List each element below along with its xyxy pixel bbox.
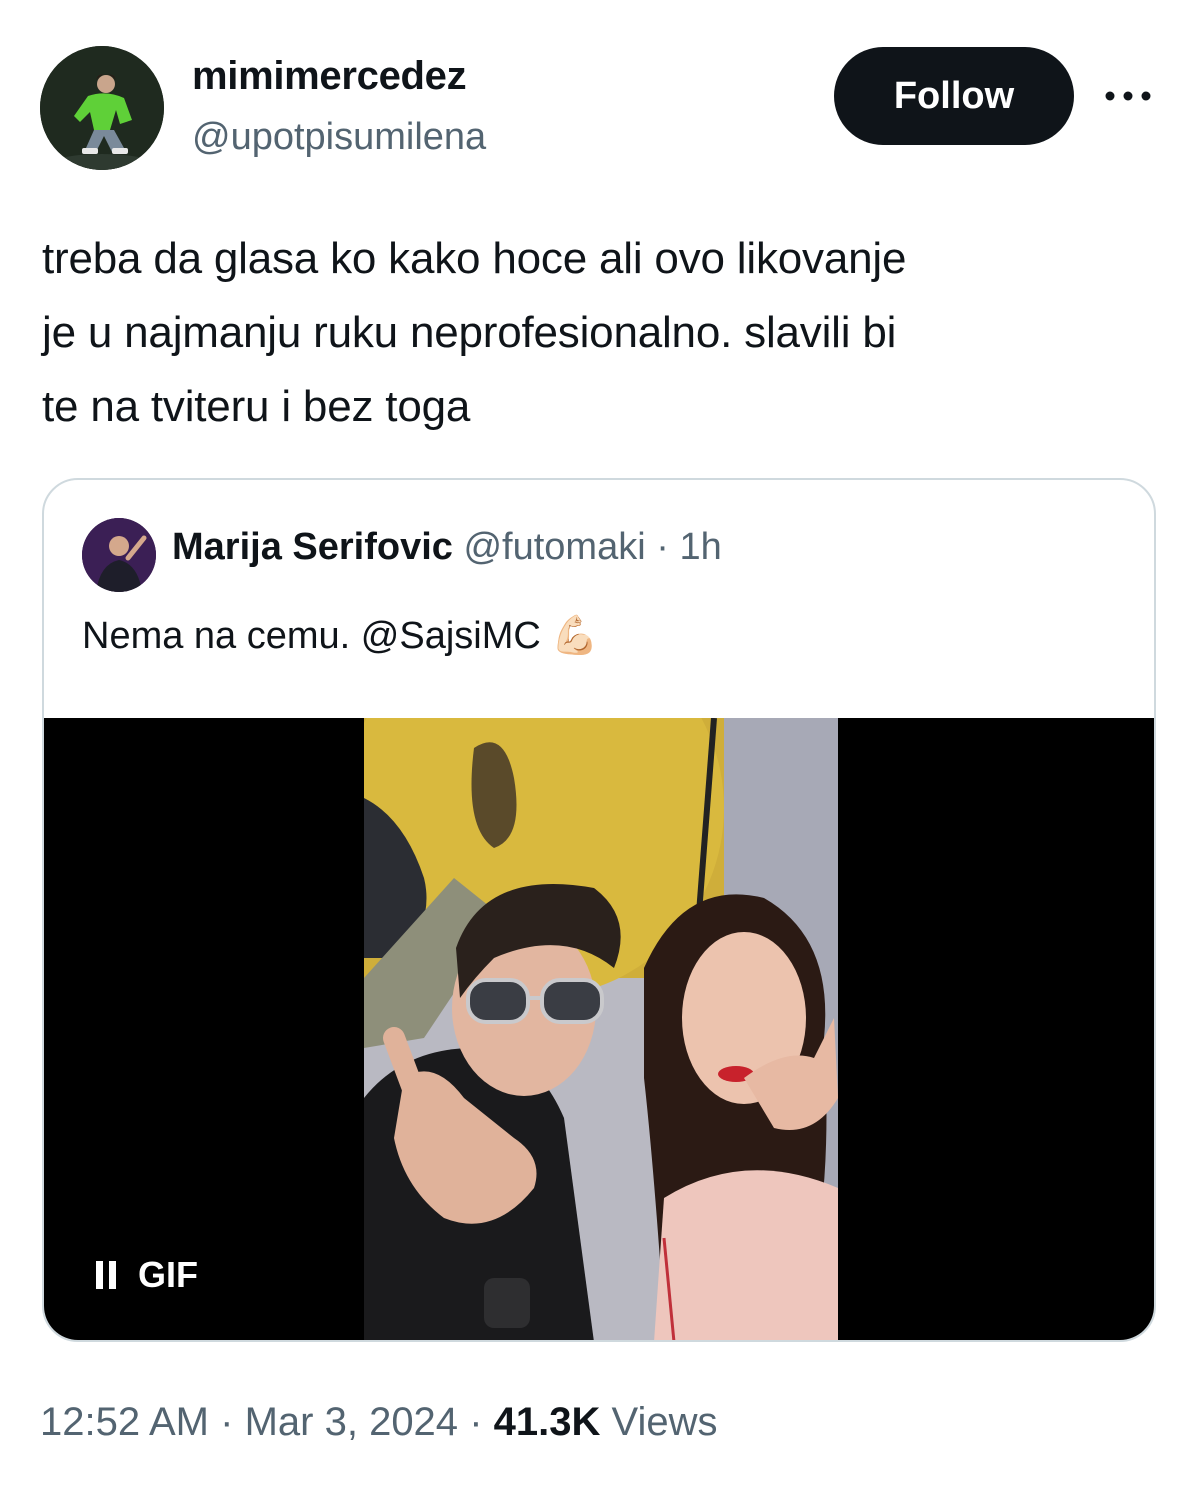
quoted-display-name[interactable]: Marija Serifovic (172, 526, 453, 568)
author-handle[interactable]: @upotpisumilena (192, 116, 486, 159)
gif-label: GIF (138, 1254, 198, 1295)
more-horizontal-icon (1105, 91, 1151, 101)
quoted-header: Marija Serifovic @futomaki · 1h (172, 526, 722, 569)
quoted-text: Nema na cemu. @SajsiMC (82, 615, 541, 657)
quoted-tweet-card[interactable]: Marija Serifovic @futomaki · 1h Nema na … (42, 478, 1156, 1342)
quoted-text-line: Nema na cemu. @SajsiMC 💪🏻 (82, 614, 599, 658)
quoted-author-avatar[interactable] (82, 518, 156, 592)
author-display-name[interactable]: mimimercedez (192, 54, 467, 99)
avatar-photo (40, 46, 164, 170)
gif-pause-control[interactable]: GIF (96, 1254, 198, 1296)
gif-photo (364, 718, 838, 1340)
tweet-text: treba da glasa ko kako hoce ali ovo liko… (42, 234, 907, 431)
tweet-time[interactable]: 12:52 AM (40, 1400, 209, 1444)
meta-separator-1: · (220, 1400, 234, 1444)
meta-separator-2: · (469, 1400, 483, 1444)
gif-frame-image (364, 718, 838, 1340)
follow-button[interactable]: Follow (834, 47, 1074, 145)
quoted-separator: · (656, 526, 669, 568)
quoted-avatar-photo (82, 518, 156, 592)
views-label[interactable]: Views (612, 1400, 718, 1444)
quoted-handle[interactable]: @futomaki (463, 526, 645, 568)
pause-icon (96, 1261, 116, 1289)
flexed-biceps-emoji: 💪🏻 (551, 615, 599, 657)
views-count[interactable]: 41.3K (494, 1400, 601, 1444)
quoted-media-gif[interactable]: GIF (44, 718, 1154, 1340)
quoted-time[interactable]: 1h (679, 526, 721, 568)
author-avatar[interactable] (40, 46, 164, 170)
tweet-date[interactable]: Mar 3, 2024 (245, 1400, 458, 1444)
tweet-page: mimimercedez @upotpisumilena Follow treb… (0, 0, 1200, 1500)
tweet-meta: 12:52 AM · Mar 3, 2024 · 41.3K Views (40, 1400, 718, 1445)
more-options-icon[interactable] (1098, 78, 1158, 114)
